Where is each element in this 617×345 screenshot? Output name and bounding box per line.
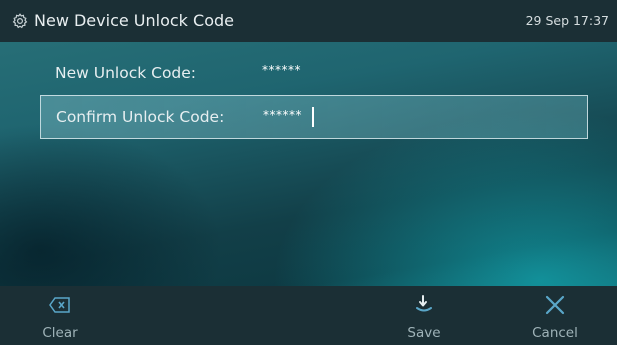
- cancel-label: Cancel: [532, 325, 578, 341]
- gear-icon: [12, 13, 28, 29]
- date-time: 29 Sep 17:37: [525, 13, 609, 28]
- device-screen: New Device Unlock Code 29 Sep 17:37 New …: [0, 0, 617, 345]
- save-label: Save: [407, 325, 441, 341]
- clear-label: Clear: [42, 325, 78, 341]
- title-bar: New Device Unlock Code 29 Sep 17:37: [0, 0, 617, 42]
- backspace-icon: [40, 294, 80, 316]
- page-title: New Device Unlock Code: [34, 11, 234, 30]
- close-icon: [525, 294, 585, 316]
- softkey-bar: Clear Save Cancel: [0, 286, 617, 345]
- cancel-softkey[interactable]: Cancel: [525, 286, 585, 345]
- new-unlock-code-label: New Unlock Code:: [55, 64, 197, 82]
- confirm-unlock-code-value: ******: [263, 108, 302, 122]
- new-unlock-code-field[interactable]: New Unlock Code: ******: [40, 51, 588, 95]
- text-cursor: [312, 107, 314, 127]
- confirm-unlock-code-field[interactable]: Confirm Unlock Code: ******: [40, 95, 588, 139]
- new-unlock-code-value: ******: [262, 63, 301, 77]
- save-softkey[interactable]: Save: [397, 286, 451, 345]
- save-icon: [397, 294, 451, 316]
- clear-softkey[interactable]: Clear: [40, 286, 80, 345]
- confirm-unlock-code-label: Confirm Unlock Code:: [56, 108, 225, 126]
